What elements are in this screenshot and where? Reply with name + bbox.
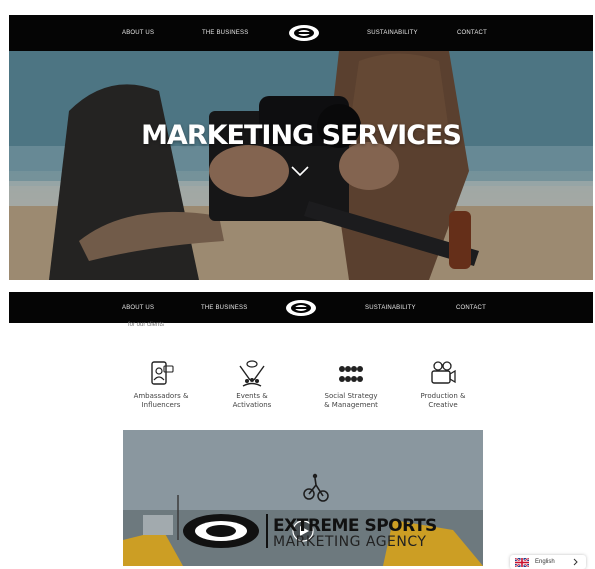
events-icon (239, 360, 265, 387)
service-production[interactable]: Production & Creative (403, 360, 483, 410)
service-production-label-1: Production & (420, 392, 466, 400)
sticky-brand-logo-icon[interactable] (285, 299, 317, 317)
service-ambassadors-label-2: Influencers (141, 401, 181, 409)
nav-about-us-link[interactable]: ABOUT US (122, 30, 154, 36)
nav-contact-link[interactable]: CONTACT (457, 30, 487, 36)
brand-logo-icon[interactable] (288, 24, 320, 42)
service-events-label-2: Activations (232, 401, 272, 409)
service-events-label-1: Events & (236, 392, 268, 400)
service-social[interactable]: Social Strategy & Management (311, 360, 391, 410)
ambassador-icon (151, 361, 174, 385)
service-production-label-2: Creative (428, 401, 458, 409)
hero-banner: MARKETING SERVICES (9, 51, 593, 280)
sticky-nav-sustainability-link[interactable]: SUSTAINABILITY (365, 305, 416, 311)
video-brand-line-1: EXTREME SPORTS (273, 516, 437, 536)
sticky-nav-the-business-link[interactable]: THE BUSINESS (201, 305, 247, 311)
scroll-down-chevron-icon[interactable] (291, 165, 309, 177)
section-gap (0, 281, 595, 292)
uk-flag-icon (515, 557, 529, 567)
chevron-right-icon (573, 558, 578, 566)
sticky-nav-about-us-link[interactable]: ABOUT US (122, 305, 154, 311)
sticky-nav-contact-link[interactable]: CONTACT (456, 305, 486, 311)
language-switcher[interactable]: English (510, 555, 586, 569)
camera-icon (431, 361, 456, 384)
service-ambassadors-label-1: Ambassadors & (133, 392, 189, 400)
social-icon (339, 366, 363, 382)
service-social-label-1: Social Strategy (324, 392, 378, 400)
promo-video[interactable]: EXTREME SPORTS MARKETING AGENCY (123, 430, 483, 566)
service-events[interactable]: Events & Activations (212, 360, 292, 410)
hero-title: MARKETING SERVICES (141, 120, 462, 151)
top-nav-bar: ABOUT US THE BUSINESS SUSTAINABILITY CON… (9, 15, 593, 51)
partially-hidden-text: for our clients (128, 322, 165, 328)
video-brand-line-2: MARKETING AGENCY (273, 534, 427, 550)
sticky-nav-bar: ABOUT US THE BUSINESS SUSTAINABILITY CON… (9, 292, 593, 323)
service-ambassadors[interactable]: Ambassadors & Influencers (121, 360, 201, 410)
nav-sustainability-link[interactable]: SUSTAINABILITY (367, 30, 418, 36)
service-social-label-2: & Management (324, 401, 378, 409)
language-label: English (535, 559, 555, 565)
nav-the-business-link[interactable]: THE BUSINESS (202, 30, 248, 36)
